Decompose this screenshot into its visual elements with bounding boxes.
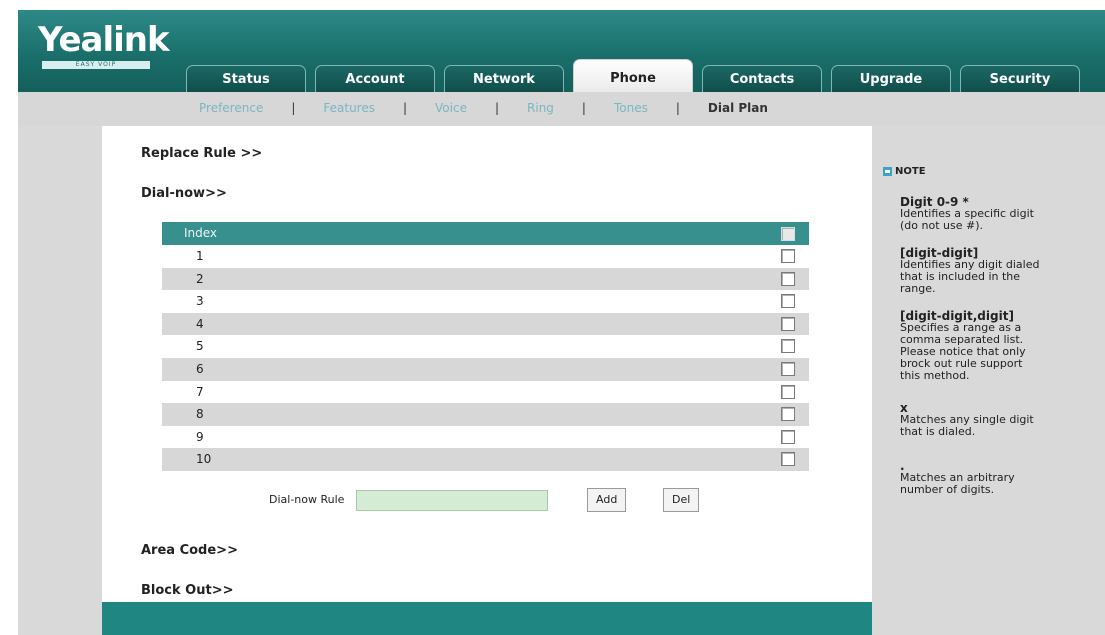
row-checkbox[interactable] [781,271,795,286]
add-button[interactable]: Add [587,488,627,512]
note-header: NOTE [883,166,926,177]
subnav-features[interactable]: Features [323,101,375,115]
table-row: 6 [162,357,809,381]
subnav-separator: | [402,101,408,115]
subnav-separator: | [581,101,586,115]
subnav-ring[interactable]: Ring [527,101,554,115]
row-checkbox[interactable] [781,249,795,263]
subnav-separator: | [291,101,296,115]
tab-account[interactable]: Account [315,65,435,93]
table-row: 2 [162,267,809,291]
left-margin-band [18,126,102,602]
row-index: 2 [196,271,204,286]
table-row: 9 [162,425,809,449]
row-index: 5 [196,339,204,354]
table-header: Index [162,222,809,245]
row-checkbox[interactable] [781,361,795,376]
subnav-separator: | [675,101,680,115]
row-checkbox[interactable] [781,429,795,444]
note-entry: Digit 0-9 * Identifies a specific digit … [900,196,1100,232]
yealink-logo: Yealink [38,20,170,60]
note-entry: . Matches an arbitrary number of digits. [900,460,1100,496]
tab-upgrade[interactable]: Upgrade [831,65,951,93]
index-column-header: Index [184,226,218,240]
block-out-link[interactable]: Block Out>> [141,583,233,598]
row-index: 1 [196,249,204,263]
table-row: 3 [162,290,809,313]
note-body: Digit 0-9 * Identifies a specific digit … [900,196,1100,511]
del-button[interactable]: Del [663,488,700,512]
row-index: 4 [196,316,204,331]
row-index: 9 [196,429,204,444]
note-description: Matches an arbitrary number of digits. [900,471,1015,496]
page: Yealink EASY VOIP Status Account Network… [0,0,1105,635]
table-row: 5 [162,335,809,358]
row-checkbox[interactable] [781,339,795,354]
area-code-link[interactable]: Area Code>> [141,543,238,558]
tab-phone[interactable]: Phone [573,59,693,93]
logo-tagline: EASY VOIP [42,61,150,69]
header-bar: Yealink EASY VOIP Status Account Network… [18,10,1105,93]
row-index: 10 [196,452,212,467]
note-description: Identifies any digit dialed that is incl… [900,258,1040,295]
tab-contacts[interactable]: Contacts [702,65,822,93]
note-description: Matches any single digit that is dialed. [900,413,1034,438]
note-description: Identifies a specific digit (do not use … [900,207,1034,232]
table-row: 4 [162,312,809,336]
row-checkbox[interactable] [781,384,795,399]
note-icon [883,167,892,176]
row-checkbox[interactable] [781,316,795,331]
tab-network[interactable]: Network [444,65,564,93]
note-description: Specifies a range as a comma separated l… [900,321,1026,382]
row-checkbox[interactable] [781,452,795,467]
main-tabs: Status Account Network Phone Contacts Up… [186,59,1089,93]
sub-navigation: Preference | Features | Voice | Ring | T… [18,92,1105,126]
note-entry: [digit-digit] Identifies any digit diale… [900,247,1100,295]
replace-rule-link[interactable]: Replace Rule >> [141,146,262,161]
footer-bar [102,602,872,635]
row-checkbox[interactable] [781,407,795,422]
subnav-tones[interactable]: Tones [614,101,648,115]
subnav-dial-plan[interactable]: Dial Plan [708,101,768,115]
tab-security[interactable]: Security [960,65,1080,93]
note-entry: x Matches any single digit that is diale… [900,402,1100,438]
subnav-separator: | [494,101,500,115]
row-index: 6 [196,361,204,376]
dial-now-rule-label: Dial-now Rule [269,493,345,506]
row-index: 8 [196,407,204,422]
table-row: 10 [162,448,809,471]
row-checkbox[interactable] [781,294,795,309]
row-index: 7 [196,384,204,399]
select-all-checkbox[interactable] [781,227,795,241]
table-row: 1 [162,245,809,268]
table-row: 8 [162,403,809,426]
table-row: 7 [162,380,809,404]
note-title: NOTE [895,166,926,177]
subnav-voice[interactable]: Voice [435,101,467,115]
subnav-preference[interactable]: Preference [199,101,263,115]
dial-now-table: Index 1 2 3 4 5 6 7 8 9 10 [162,222,809,471]
tab-status[interactable]: Status [186,65,306,93]
dial-now-rule-input[interactable] [356,490,548,511]
row-index: 3 [196,294,204,309]
dial-now-link[interactable]: Dial-now>> [141,186,227,201]
note-entry: [digit-digit,digit] Specifies a range as… [900,310,1100,382]
